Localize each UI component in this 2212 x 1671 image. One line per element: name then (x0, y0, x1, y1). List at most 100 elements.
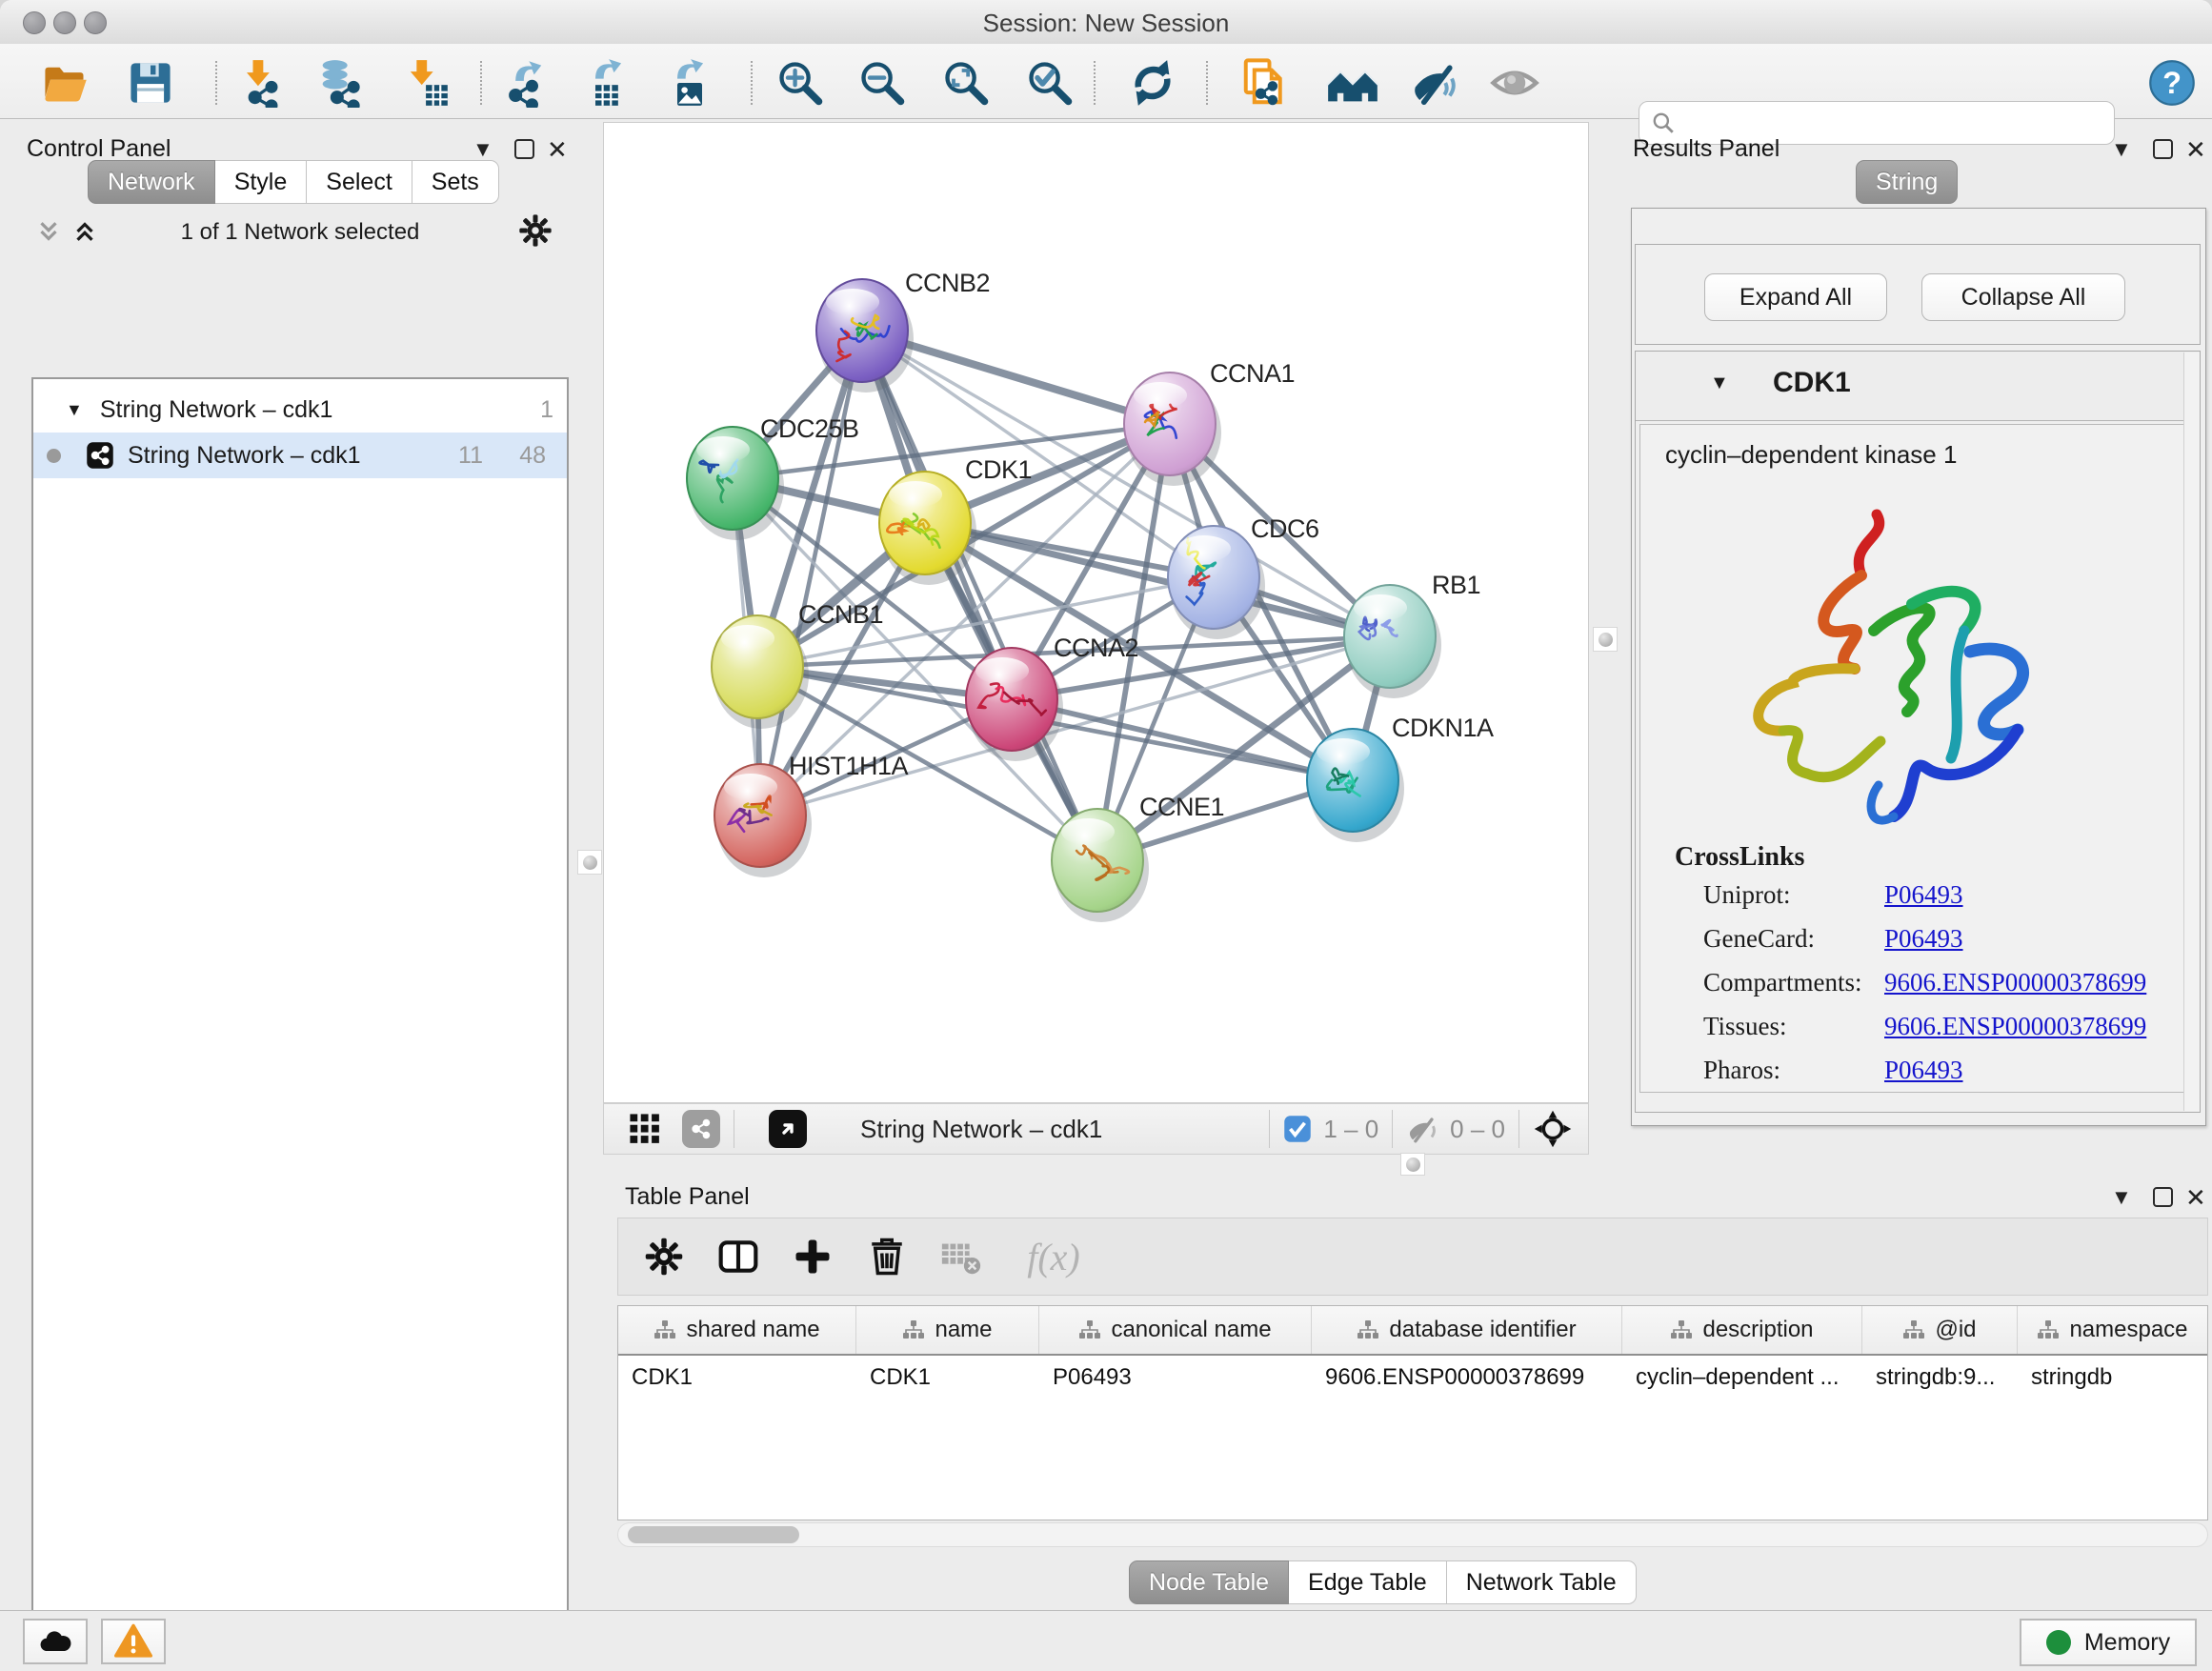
tab-style[interactable]: Style (215, 160, 308, 204)
refresh-view-icon[interactable] (1126, 56, 1179, 110)
memory-button[interactable]: Memory (2020, 1619, 2197, 1666)
table-panel-close-icon[interactable]: ✕ (2185, 1183, 2206, 1213)
expand-all-networks-icon[interactable] (70, 217, 99, 251)
table-cell[interactable]: stringdb:9... (1862, 1364, 2018, 1391)
tab-select[interactable]: Select (307, 160, 412, 204)
network-node-CDC25B[interactable] (687, 427, 784, 540)
results-scrollbar[interactable] (2183, 352, 2200, 1111)
table-cell[interactable]: CDK1 (618, 1364, 856, 1391)
tab-network[interactable]: Network (88, 160, 215, 204)
control-panel-close-icon[interactable]: ✕ (547, 135, 568, 165)
table-cell[interactable]: CDK1 (856, 1364, 1039, 1391)
clone-network-icon[interactable] (1238, 56, 1292, 110)
collection-disclosure-icon[interactable]: ▼ (66, 400, 83, 420)
save-session-icon[interactable] (124, 56, 177, 110)
results-panel-close-icon[interactable]: ✕ (2185, 135, 2206, 165)
cloud-status-button[interactable] (23, 1619, 88, 1664)
table-cell[interactable]: P06493 (1039, 1364, 1312, 1391)
vertical-splitter-handle[interactable] (1593, 627, 1618, 652)
column-header-at-id[interactable]: @id (1862, 1306, 2018, 1354)
network-view-title: String Network – cdk1 (860, 1115, 1102, 1144)
network-node-CDK1[interactable] (879, 472, 976, 585)
vertical-splitter[interactable] (1589, 122, 1619, 1155)
toolbar-separator (1094, 61, 1096, 105)
tab-node-table[interactable]: Node Table (1129, 1560, 1289, 1604)
network-node-CCNB2[interactable] (816, 279, 914, 393)
network-options-gear-icon[interactable] (516, 211, 554, 254)
crosslink-value-link[interactable]: P06493 (1884, 880, 1963, 910)
column-header-name[interactable]: name (856, 1306, 1039, 1354)
results-panel-float-icon[interactable]: ▼ (2111, 137, 2132, 162)
network-node-CCNA2[interactable] (966, 648, 1063, 761)
column-header-shared-name[interactable]: shared name (618, 1306, 856, 1354)
network-node-CCNA1[interactable] (1124, 372, 1221, 486)
network-canvas[interactable]: CCNB2CCNA1CDC25BCDK1CDC6RB1CCNB1CCNA2CDK… (603, 122, 1589, 1103)
column-header-canonical-name[interactable]: canonical name (1039, 1306, 1312, 1354)
network-node-CCNE1[interactable] (1052, 809, 1149, 922)
zoom-selected-icon[interactable] (1023, 56, 1076, 110)
hidden-eye-icon[interactable] (1406, 1113, 1438, 1145)
column-header-namespace[interactable]: namespace (2018, 1306, 2208, 1354)
hide-selected-icon[interactable] (1408, 56, 1461, 110)
table-cell[interactable]: stringdb (2018, 1364, 2208, 1391)
control-panel-maximize-icon[interactable] (514, 139, 534, 159)
crosslink-value-link[interactable]: P06493 (1884, 1056, 1963, 1085)
crosslink-value-link[interactable]: P06493 (1884, 924, 1963, 954)
table-gear-icon[interactable] (639, 1232, 689, 1281)
tab-string[interactable]: String (1856, 160, 1958, 204)
table-panel-maximize-icon[interactable] (2153, 1187, 2173, 1207)
tab-network-table[interactable]: Network Table (1447, 1560, 1637, 1604)
zoom-fit-icon[interactable] (939, 56, 993, 110)
add-column-icon[interactable] (788, 1232, 837, 1281)
table-row[interactable]: CDK1CDK1P064939606.ENSP00000378699cyclin… (618, 1356, 2207, 1399)
import-network-database-icon[interactable] (312, 56, 366, 110)
control-panel-float-icon[interactable]: ▼ (473, 137, 493, 162)
collapse-all-button[interactable]: Collapse All (1921, 273, 2125, 321)
delete-table-icon (936, 1232, 986, 1281)
horizontal-splitter[interactable] (600, 1155, 2212, 1176)
export-table-icon[interactable] (581, 56, 634, 110)
network-row-selected[interactable]: String Network – cdk1 11 48 (33, 433, 567, 478)
column-header-description[interactable]: description (1622, 1306, 1862, 1354)
node-label-CCNA1: CCNA1 (1210, 359, 1295, 388)
help-icon[interactable]: ? (2145, 56, 2199, 110)
results-panel-maximize-icon[interactable] (2153, 139, 2173, 159)
table-panel-float-icon[interactable]: ▼ (2111, 1185, 2132, 1210)
control-panel-splitter-handle[interactable] (577, 850, 602, 875)
open-session-icon[interactable] (38, 56, 91, 110)
delete-column-icon[interactable] (862, 1232, 912, 1281)
zoom-in-icon[interactable] (774, 56, 827, 110)
table-horizontal-scrollbar[interactable] (617, 1522, 2208, 1547)
table-cell[interactable]: 9606.ENSP00000378699 (1312, 1364, 1622, 1391)
import-network-file-icon[interactable] (232, 56, 286, 110)
expand-all-button[interactable]: Expand All (1704, 273, 1887, 321)
tab-edge-table[interactable]: Edge Table (1289, 1560, 1447, 1604)
crosslink-value-link[interactable]: 9606.ENSP00000378699 (1884, 1012, 2146, 1041)
warning-status-button[interactable] (101, 1619, 166, 1664)
network-node-RB1[interactable] (1344, 585, 1441, 698)
show-all-icon[interactable] (1488, 56, 1541, 110)
collapse-all-networks-icon[interactable] (34, 217, 63, 251)
zoom-out-icon[interactable] (855, 56, 909, 110)
column-header-database-identifier[interactable]: database identifier (1312, 1306, 1622, 1354)
export-image-icon[interactable] (663, 56, 716, 110)
import-table-icon[interactable] (398, 56, 452, 110)
network-collection-row[interactable]: ▼ String Network – cdk1 1 (33, 387, 567, 433)
scrollbar-thumb[interactable] (628, 1526, 799, 1543)
selected-checkbox-icon[interactable] (1283, 1115, 1312, 1143)
gene-disclosure-icon[interactable]: ▼ (1710, 372, 1729, 394)
column-type-icon (1357, 1319, 1379, 1341)
tab-sets[interactable]: Sets (412, 160, 499, 204)
network-node-CDKN1A[interactable] (1307, 729, 1404, 842)
center-view-crosshair-icon[interactable] (1533, 1109, 1573, 1149)
birdseye-view-icon[interactable] (769, 1110, 807, 1148)
table-cell[interactable]: cyclin–dependent ... (1622, 1364, 1862, 1391)
horizontal-splitter-handle[interactable] (1400, 1153, 1425, 1176)
export-network-icon[interactable] (499, 56, 553, 110)
crosslink-value-link[interactable]: 9606.ENSP00000378699 (1884, 968, 2146, 997)
first-neighbors-icon[interactable] (1326, 56, 1379, 110)
show-column-icon[interactable] (714, 1232, 763, 1281)
grid-view-icon[interactable] (629, 1113, 661, 1145)
gene-section-header[interactable]: ▼ CDK1 (1636, 352, 2200, 421)
network-share-view-icon[interactable] (682, 1110, 720, 1148)
